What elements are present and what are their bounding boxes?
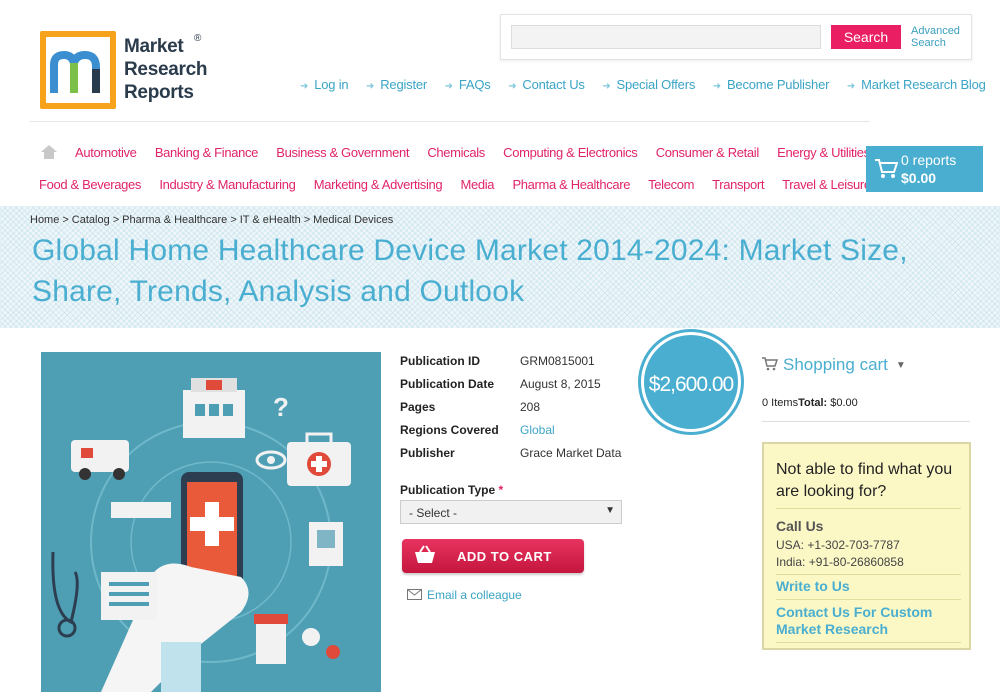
help-divider bbox=[776, 599, 961, 600]
header-cart-button[interactable]: 0 reports $0.00 bbox=[866, 146, 983, 192]
home-icon[interactable] bbox=[40, 143, 58, 161]
category-media[interactable]: Media bbox=[461, 177, 495, 192]
category-pharma-healthcare[interactable]: Pharma & Healthcare bbox=[512, 177, 630, 192]
email-colleague-link[interactable]: Email a colleague bbox=[407, 588, 522, 602]
registered-mark: ® bbox=[194, 33, 202, 44]
logo-mark bbox=[40, 31, 116, 109]
arrow-icon: ➜ bbox=[366, 81, 375, 92]
arrow-icon: ➜ bbox=[508, 81, 517, 92]
category-chemicals[interactable]: Chemicals bbox=[427, 145, 485, 160]
phone-india: India: +91-80-26860858 bbox=[776, 555, 904, 569]
required-marker: * bbox=[498, 483, 504, 497]
logo-text: Market Research Reports bbox=[124, 36, 208, 103]
breadcrumb-pharma[interactable]: Pharma & Healthcare bbox=[122, 214, 227, 226]
breadcrumb-ehealth[interactable]: IT & eHealth bbox=[240, 214, 301, 226]
custom-research-link[interactable]: Contact Us For Custom Market Research bbox=[776, 604, 966, 638]
category-computing-electronics[interactable]: Computing & Electronics bbox=[503, 145, 638, 160]
page-title: Global Home Healthcare Device Market 201… bbox=[32, 234, 908, 308]
help-title: Not able to find what you are looking fo… bbox=[776, 461, 953, 500]
category-transport[interactable]: Transport bbox=[712, 177, 764, 192]
publication-type-label: Publication Type * bbox=[400, 483, 504, 497]
sidebar-divider bbox=[762, 421, 970, 422]
chevron-down-icon: ▼ bbox=[895, 360, 906, 371]
publication-type-select[interactable]: - Select - ▼ bbox=[400, 500, 622, 524]
nav-login[interactable]: ➜ Log in bbox=[300, 77, 349, 92]
help-divider bbox=[776, 642, 961, 643]
category-industry-manufacturing[interactable]: Industry & Manufacturing bbox=[159, 177, 295, 192]
price-badge: $2,600.00 bbox=[641, 332, 741, 432]
region-link[interactable]: Global bbox=[520, 423, 555, 437]
category-marketing-advertising[interactable]: Marketing & Advertising bbox=[314, 177, 443, 192]
category-travel-leisure[interactable]: Travel & Leisure bbox=[782, 177, 871, 192]
breadcrumb-medical-devices[interactable]: Medical Devices bbox=[313, 214, 393, 226]
nav-blog[interactable]: ➜ Market Research Blog bbox=[847, 77, 986, 92]
breadcrumb: Home > Catalog > Pharma & Healthcare > IT & eH… bbox=[30, 214, 394, 226]
add-to-cart-button[interactable]: ADD TO CART bbox=[402, 539, 584, 573]
dropdown-arrow-icon: ▼ bbox=[605, 505, 615, 516]
nav-contact-us[interactable]: ➜ Contact Us bbox=[508, 77, 585, 92]
category-automotive[interactable]: Automotive bbox=[75, 145, 137, 160]
arrow-icon: ➜ bbox=[444, 81, 453, 92]
breadcrumb-catalog[interactable]: Catalog bbox=[72, 214, 110, 226]
product-image: ? bbox=[41, 352, 381, 692]
site-logo[interactable]: Market Research Reports ® bbox=[40, 31, 215, 111]
phone-usa: USA: +1-302-703-7787 bbox=[776, 538, 900, 552]
advanced-search-link[interactable]: Advanced Search bbox=[911, 25, 971, 49]
help-divider bbox=[776, 574, 961, 575]
category-telecom[interactable]: Telecom bbox=[648, 177, 694, 192]
category-consumer-retail[interactable]: Consumer & Retail bbox=[656, 145, 760, 160]
header-divider bbox=[30, 121, 870, 122]
svg-text:?: ? bbox=[273, 392, 289, 422]
breadcrumb-home[interactable]: Home bbox=[30, 214, 59, 226]
search-bar: Search Advanced Search bbox=[500, 14, 972, 60]
help-box: Not able to find what you are looking fo… bbox=[762, 442, 971, 650]
arrow-icon: ➜ bbox=[712, 81, 721, 92]
cart-summary: 0 ItemsTotal: $0.00 bbox=[762, 397, 858, 409]
category-energy-utilities[interactable]: Energy & Utilities bbox=[777, 145, 870, 160]
nav-register[interactable]: ➜ Register bbox=[366, 77, 427, 92]
arrow-icon: ➜ bbox=[846, 81, 856, 92]
header-cart-count: 0 reports bbox=[901, 152, 957, 168]
help-divider bbox=[776, 508, 961, 509]
basket-icon bbox=[415, 545, 435, 563]
shopping-cart-toggle[interactable]: Shopping cart ▼ bbox=[762, 355, 906, 375]
category-nav-row-2: Food & Beverages Industry & Manufacturin… bbox=[39, 177, 886, 192]
arrow-icon: ➜ bbox=[300, 81, 309, 92]
nav-faqs[interactable]: ➜ FAQs bbox=[445, 77, 491, 92]
cart-icon bbox=[875, 159, 898, 178]
call-us-heading: Call Us bbox=[776, 518, 824, 534]
category-nav-row-1: Automotive Banking & Finance Business & … bbox=[75, 145, 885, 160]
category-banking-finance[interactable]: Banking & Finance bbox=[155, 145, 259, 160]
category-business-government[interactable]: Business & Government bbox=[276, 145, 409, 160]
envelope-icon bbox=[407, 589, 422, 600]
cart-icon bbox=[762, 357, 778, 371]
nav-become-publisher[interactable]: ➜ Become Publisher bbox=[713, 77, 830, 92]
category-food-beverages[interactable]: Food & Beverages bbox=[39, 177, 141, 192]
arrow-icon: ➜ bbox=[602, 81, 611, 92]
title-banner: Home > Catalog > Pharma & Healthcare > IT & eH… bbox=[0, 206, 1000, 328]
search-input[interactable] bbox=[511, 25, 821, 49]
search-button[interactable]: Search bbox=[831, 25, 901, 49]
write-to-us-link[interactable]: Write to Us bbox=[776, 578, 966, 595]
header-cart-total: $0.00 bbox=[901, 170, 937, 186]
nav-special-offers[interactable]: ➜ Special Offers bbox=[602, 77, 695, 92]
top-nav: ➜ Log in ➜ Register ➜ FAQs ➜ Contact Us ➜ Spe… bbox=[300, 77, 1000, 95]
